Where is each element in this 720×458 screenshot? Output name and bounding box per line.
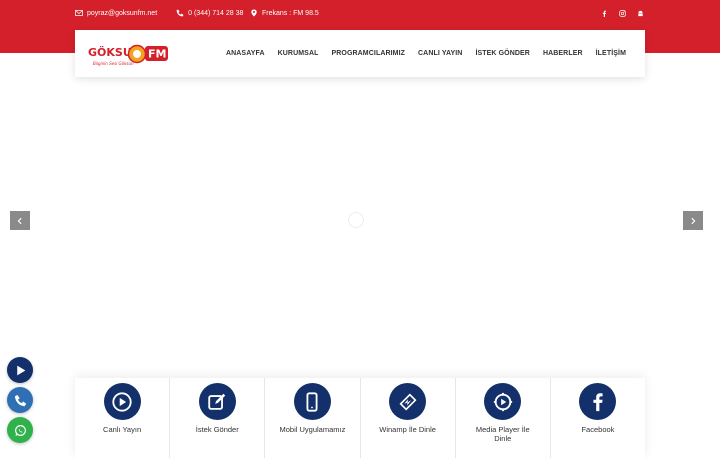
phone-text: 0 (344) 714 28 38 <box>188 9 244 17</box>
frequency-info: Frekans : FM 98.5 <box>250 8 319 18</box>
header-navbar: GÖKSUN FM Bilginin Sesi Göksun ANASAYFA … <box>75 30 645 77</box>
slider-prev-button[interactable] <box>10 211 30 230</box>
envelope-icon <box>75 10 83 16</box>
facebook-link[interactable] <box>600 7 609 19</box>
service-label: Winamp İle Dinle <box>379 425 436 434</box>
site-logo[interactable]: GÖKSUN FM Bilginin Sesi Göksun <box>87 40 171 67</box>
service-label: İstek Gönder <box>195 425 239 434</box>
service-mobil-uygulama[interactable]: Mobil Uygulamamız <box>265 378 361 458</box>
service-media-player[interactable]: Media Player İle Dinle <box>456 378 551 458</box>
service-label: Facebook <box>581 425 615 434</box>
facebook-icon <box>602 10 607 17</box>
chevron-left-icon <box>17 217 22 224</box>
whatsapp-icon <box>14 424 26 436</box>
goksun-fm-logo: GÖKSUN FM Bilginin Sesi Göksun <box>88 44 168 66</box>
nav-canli-yayin[interactable]: CANLI YAYIN <box>418 50 462 57</box>
facebook-icon <box>593 392 603 411</box>
service-istek-gonder[interactable]: İstek Gönder <box>170 378 266 458</box>
service-label: Mobil Uygulamamız <box>279 425 346 434</box>
location-pin-icon <box>251 9 257 17</box>
service-winamp[interactable]: Winamp İle Dinle <box>361 378 456 458</box>
service-icon-circle <box>293 383 331 420</box>
nav-kurumsal[interactable]: KURUMSAL <box>278 50 319 57</box>
floating-play-button[interactable] <box>7 357 33 383</box>
instagram-link[interactable] <box>618 7 627 19</box>
main-nav: ANASAYFA KURUMSAL PROGRAMCILARIMIZ CANLI… <box>226 30 626 77</box>
logo-text-right: FM <box>148 48 166 61</box>
nav-programcilarimiz[interactable]: PROGRAMCILARIMIZ <box>331 50 405 57</box>
service-canli-yayin[interactable]: Canlı Yayın <box>75 378 171 458</box>
contact-info: poyraz@goksunfm.net 0 (344) 714 28 38 <box>75 8 243 18</box>
services-bar: Canlı Yayın İstek Gönder Mobil Uygulamam… <box>75 378 645 458</box>
service-icon-circle <box>198 383 236 420</box>
instagram-icon <box>619 9 626 17</box>
service-icon-circle <box>579 383 617 420</box>
phone-link[interactable]: 0 (344) 714 28 38 <box>176 9 243 17</box>
email-text: poyraz@goksunfm.net <box>87 9 158 17</box>
service-icon-circle <box>389 383 427 420</box>
android-icon <box>638 10 643 16</box>
media-player-icon <box>493 392 512 411</box>
phone-icon <box>14 394 26 406</box>
floating-call-button[interactable] <box>7 387 33 413</box>
nav-iletisim[interactable]: İLETİŞİM <box>596 50 626 57</box>
service-label: Media Player İle Dinle <box>475 425 530 443</box>
slider-next-button[interactable] <box>683 211 703 230</box>
slider-loading-spinner <box>348 212 364 228</box>
play-circle-icon <box>112 391 132 412</box>
mobile-icon <box>306 391 318 412</box>
nav-istek-gonder[interactable]: İSTEK GÖNDER <box>475 50 529 57</box>
nav-anasayfa[interactable]: ANASAYFA <box>226 50 265 57</box>
android-link[interactable] <box>636 7 645 19</box>
social-links <box>600 7 645 19</box>
phone-icon <box>176 9 184 17</box>
logo-tagline: Bilginin Sesi Göksun <box>93 61 134 66</box>
service-icon-circle <box>103 383 141 420</box>
nav-haberler[interactable]: HABERLER <box>543 50 583 57</box>
service-facebook[interactable]: Facebook <box>551 378 645 458</box>
service-label: Canlı Yayın <box>103 425 142 434</box>
service-icon-circle <box>484 383 522 420</box>
chevron-right-icon <box>691 217 696 224</box>
frequency-text: Frekans : FM 98.5 <box>262 9 319 17</box>
floating-whatsapp-button[interactable] <box>7 417 33 443</box>
edit-icon <box>208 393 226 410</box>
email-link[interactable]: poyraz@goksunfm.net <box>75 9 157 17</box>
winamp-icon <box>399 392 417 411</box>
play-icon <box>16 365 25 375</box>
